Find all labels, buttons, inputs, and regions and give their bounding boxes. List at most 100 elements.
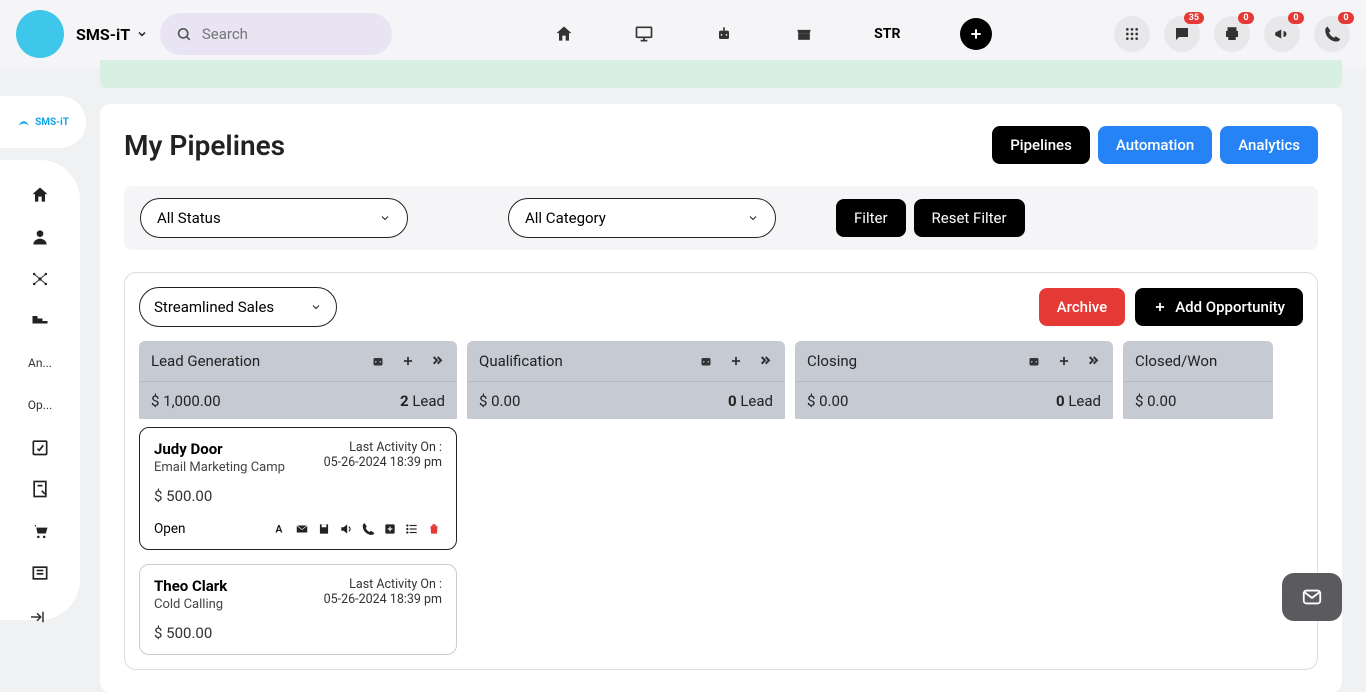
card-source: Email Marketing Camp [154,460,285,475]
header-right-icons: 35 0 0 0 [1114,16,1350,52]
category-dropdown[interactable]: All Category [508,198,776,238]
sidebar-opportunities[interactable]: Op... [20,386,60,424]
chevron-down-icon [136,28,148,40]
sidebar-steps[interactable] [20,302,60,340]
network-icon [30,269,50,289]
chevron-down-icon [310,301,322,313]
expand-icon[interactable] [757,353,773,369]
add-opportunity-button[interactable]: Add Opportunity [1135,288,1303,326]
stages-row: Lead Generation $ 1,000.00 2 Lead [139,341,1303,655]
sidebar-collapse[interactable] [28,608,46,626]
mail-icon[interactable] [294,521,310,537]
bullhorn-icon [1273,25,1291,43]
sidebar-analytics[interactable]: An... [20,344,60,382]
str-label[interactable]: STR [874,26,900,42]
svg-text:A: A [275,523,283,536]
save-icon[interactable] [316,521,332,537]
print-badge: 0 [1238,12,1254,24]
sidebar-cart[interactable] [20,512,60,550]
expand-icon[interactable] [429,353,445,369]
opportunity-card[interactable]: Judy Door Email Marketing Camp Last Acti… [139,427,457,550]
store-icon[interactable] [794,24,814,44]
plus-icon [1153,300,1167,314]
card-contact-name: Judy Door [154,440,285,458]
card-amount: $ 500.00 [154,624,442,642]
stage-closed-won: Closed/Won $ 0.00 [1123,341,1273,655]
sidebar-user[interactable] [20,218,60,256]
stage-header: Closing [795,341,1113,381]
sound-icon[interactable] [338,521,354,537]
desktop-icon[interactable] [634,24,654,44]
add-icon[interactable] [382,521,398,537]
plus-icon[interactable] [1057,354,1071,368]
logo-text: SMS-iT [12,110,74,134]
sidebar-logo[interactable]: SMS-iT [0,96,86,148]
sidebar-news[interactable] [20,554,60,592]
cart-icon [30,521,50,541]
stage-amount: $ 0.00 [807,392,848,410]
expand-icon[interactable] [1085,353,1101,369]
home-icon[interactable] [554,24,574,44]
search-input[interactable] [202,25,376,43]
plus-icon[interactable] [729,354,743,368]
tab-pipelines[interactable]: Pipelines [992,126,1090,164]
stage-name: Closing [807,352,857,370]
list-icon[interactable] [404,521,420,537]
tab-analytics[interactable]: Analytics [1220,126,1318,164]
add-circle-button[interactable] [960,18,992,50]
stage-closing: Closing $ 0.00 0 Lead [795,341,1113,655]
category-label: All Category [525,209,606,227]
page-header: My Pipelines Pipelines Automation Analyt… [124,126,1318,164]
sidebar-notes[interactable] [20,470,60,508]
nav-icons: STR [554,18,992,50]
stage-amount: $ 1,000.00 [151,392,221,410]
print-button[interactable]: 0 [1214,16,1250,52]
brand-selector[interactable]: SMS-iT [76,25,148,44]
user-icon [30,227,50,247]
content-card: My Pipelines Pipelines Automation Analyt… [100,104,1342,692]
pipeline-selector[interactable]: Streamlined Sales [139,287,337,327]
stage-head-icons [697,352,773,370]
robot-icon[interactable] [697,352,715,370]
phone-icon [1323,25,1341,43]
sidebar-home[interactable] [20,176,60,214]
sidebar: An... Op... [0,160,80,620]
phone-button[interactable]: 0 [1314,16,1350,52]
print-icon [1223,25,1241,43]
call-icon[interactable] [360,521,376,537]
stage-name: Closed/Won [1135,352,1217,370]
chat-button[interactable]: 35 [1164,16,1200,52]
status-dropdown[interactable]: All Status [140,198,408,238]
tab-buttons: Pipelines Automation Analytics [992,126,1318,164]
grid-icon [1124,26,1140,42]
sidebar-calendar[interactable] [20,428,60,466]
announce-button[interactable]: 0 [1264,16,1300,52]
stage-lead-generation: Lead Generation $ 1,000.00 2 Lead [139,341,457,655]
robot-icon[interactable] [369,352,387,370]
chevron-down-icon [747,212,759,224]
reset-filter-button[interactable]: Reset Filter [914,199,1025,237]
apps-button[interactable] [1114,16,1150,52]
filter-button[interactable]: Filter [836,199,906,237]
help-chat-button[interactable] [1282,573,1342,621]
opportunity-card[interactable]: Theo Clark Cold Calling Last Activity On… [139,564,457,655]
text-icon[interactable]: A [272,521,288,537]
archive-button[interactable]: Archive [1039,288,1125,326]
stage-head-icons [1025,352,1101,370]
card-activity: Last Activity On : 05-26-2024 18:39 pm [324,440,442,470]
stage-header: Closed/Won [1123,341,1273,381]
avatar[interactable] [16,10,64,58]
robot-icon[interactable] [714,24,734,44]
filter-actions: Filter Reset Filter [836,199,1025,237]
stage-name: Qualification [479,352,563,370]
calendar-icon [30,437,50,457]
sidebar-network[interactable] [20,260,60,298]
robot-icon[interactable] [1025,352,1043,370]
exit-icon [28,608,46,626]
plus-icon[interactable] [401,354,415,368]
filter-bar: All Status All Category Filter Reset Fil… [124,186,1318,250]
chevron-down-icon [379,212,391,224]
tab-automation[interactable]: Automation [1098,126,1212,164]
trash-icon[interactable] [426,521,442,537]
search-box[interactable] [160,13,392,55]
